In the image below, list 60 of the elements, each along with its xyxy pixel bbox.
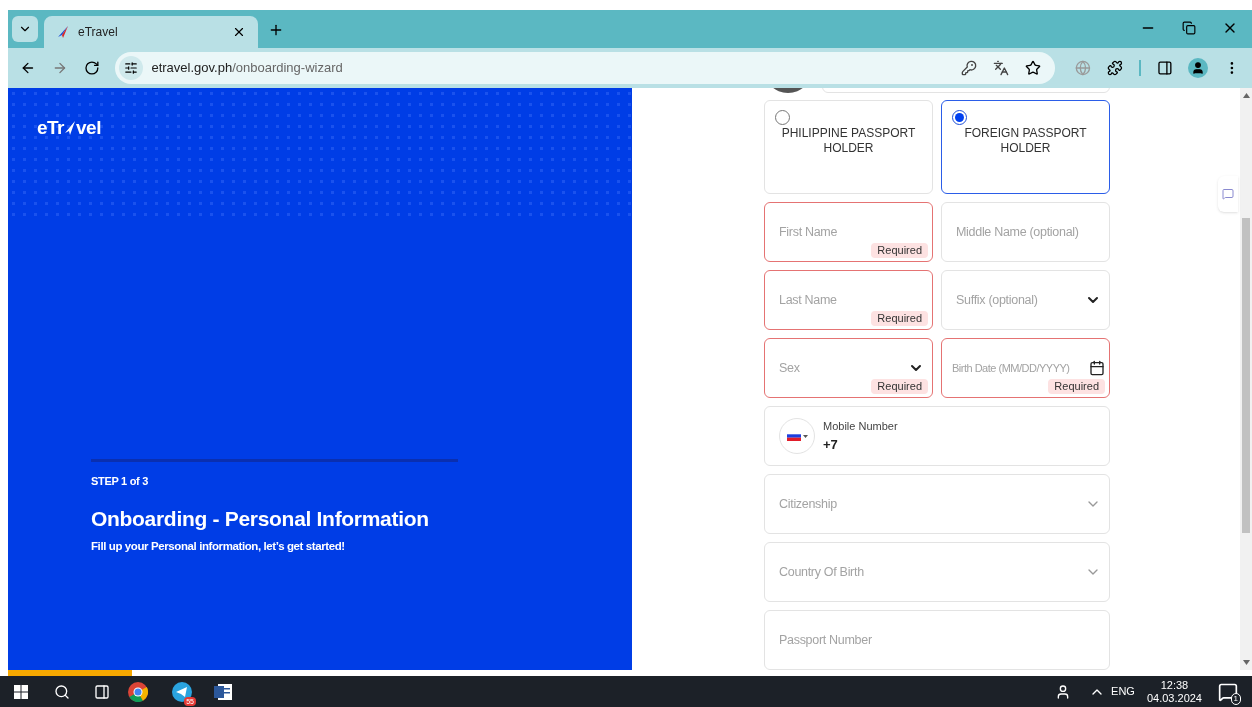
document-app-icon[interactable]	[214, 682, 232, 701]
sliders-icon	[124, 61, 139, 75]
required-badge: Required	[871, 311, 928, 326]
new-tab-icon[interactable]	[268, 22, 284, 38]
person-icon	[1191, 61, 1206, 75]
required-badge: Required	[871, 379, 928, 394]
profile-icon[interactable]	[1188, 58, 1209, 78]
tab-list-button[interactable]	[12, 16, 38, 42]
flag-icon	[786, 431, 801, 441]
date-field[interactable]: Birth Date (MM/DD/YYYY) Required	[941, 338, 1110, 398]
logo-text: eTr	[37, 116, 65, 140]
step-label: STEP 1 of 3	[91, 473, 150, 489]
chrome-icon[interactable]	[128, 681, 148, 702]
passport-type-option[interactable]: FOREIGN PASSPORT HOLDER	[941, 100, 1110, 194]
back-icon[interactable]	[20, 60, 36, 76]
select-field[interactable]: Sex Required	[764, 338, 933, 398]
key-icon[interactable]	[960, 60, 977, 76]
reload-icon[interactable]	[83, 60, 100, 76]
notification-count: 1	[1230, 692, 1241, 705]
chat-icon	[1222, 188, 1234, 200]
paper-plane-icon	[56, 25, 70, 39]
site-settings-icon[interactable]	[119, 56, 144, 80]
arrow-icon	[64, 121, 77, 136]
browser-tab[interactable]: eTravel	[44, 16, 258, 48]
url-text: etravel.gov.ph/onboarding-wizard	[151, 59, 344, 78]
date-text: 04.03.2024	[1146, 691, 1202, 705]
scroll-down-icon[interactable]	[1242, 660, 1250, 665]
side-panel-icon[interactable]	[1156, 60, 1173, 76]
windows-icon[interactable]	[14, 684, 28, 699]
required-badge: Required	[871, 243, 928, 258]
restore-icon[interactable]	[1182, 21, 1196, 35]
field-value: +7	[823, 435, 839, 454]
mobile-number-field[interactable]: Mobile Number +7	[764, 406, 1110, 466]
clock[interactable]: 12:38 04.03.2024	[1146, 678, 1202, 705]
star-icon[interactable]	[1024, 60, 1041, 76]
passport-type-option[interactable]: PHILIPPINE PASSPORT HOLDER	[764, 100, 933, 194]
notifications-icon[interactable]	[1218, 681, 1238, 702]
calendar-icon	[1089, 360, 1105, 376]
translate-icon[interactable]	[992, 60, 1009, 76]
logo-text: vel	[76, 116, 101, 140]
close-icon[interactable]	[232, 25, 246, 39]
time-text: 12:38	[1160, 678, 1189, 692]
tab-title: eTravel	[78, 24, 119, 41]
page-subtitle: Fill up your Personal information, let’s get started!	[91, 538, 346, 554]
scrollbar-thumb[interactable]	[1242, 218, 1250, 533]
caret-icon	[802, 434, 808, 438]
option-label: PHILIPPINE PASSPORT HOLDER	[780, 126, 917, 156]
search-icon[interactable]	[54, 683, 70, 700]
extensions-icon[interactable]	[1106, 60, 1123, 76]
scroll-up-icon[interactable]	[1242, 93, 1250, 98]
language-indicator[interactable]: ENG	[1111, 683, 1135, 700]
telegram-icon[interactable]	[172, 681, 192, 702]
field-label: Mobile Number	[823, 419, 898, 434]
page-title: Onboarding - Personal Information	[91, 506, 430, 532]
task-view-icon[interactable]	[94, 683, 110, 700]
required-badge: Required	[1048, 379, 1105, 394]
text-field[interactable]: First Name Required	[764, 202, 933, 262]
address-bar[interactable]: etravel.gov.ph/onboarding-wizard	[115, 52, 1055, 84]
option-label: FOREIGN PASSPORT HOLDER	[963, 126, 1088, 156]
text-field[interactable]: Last Name Required	[764, 270, 933, 330]
